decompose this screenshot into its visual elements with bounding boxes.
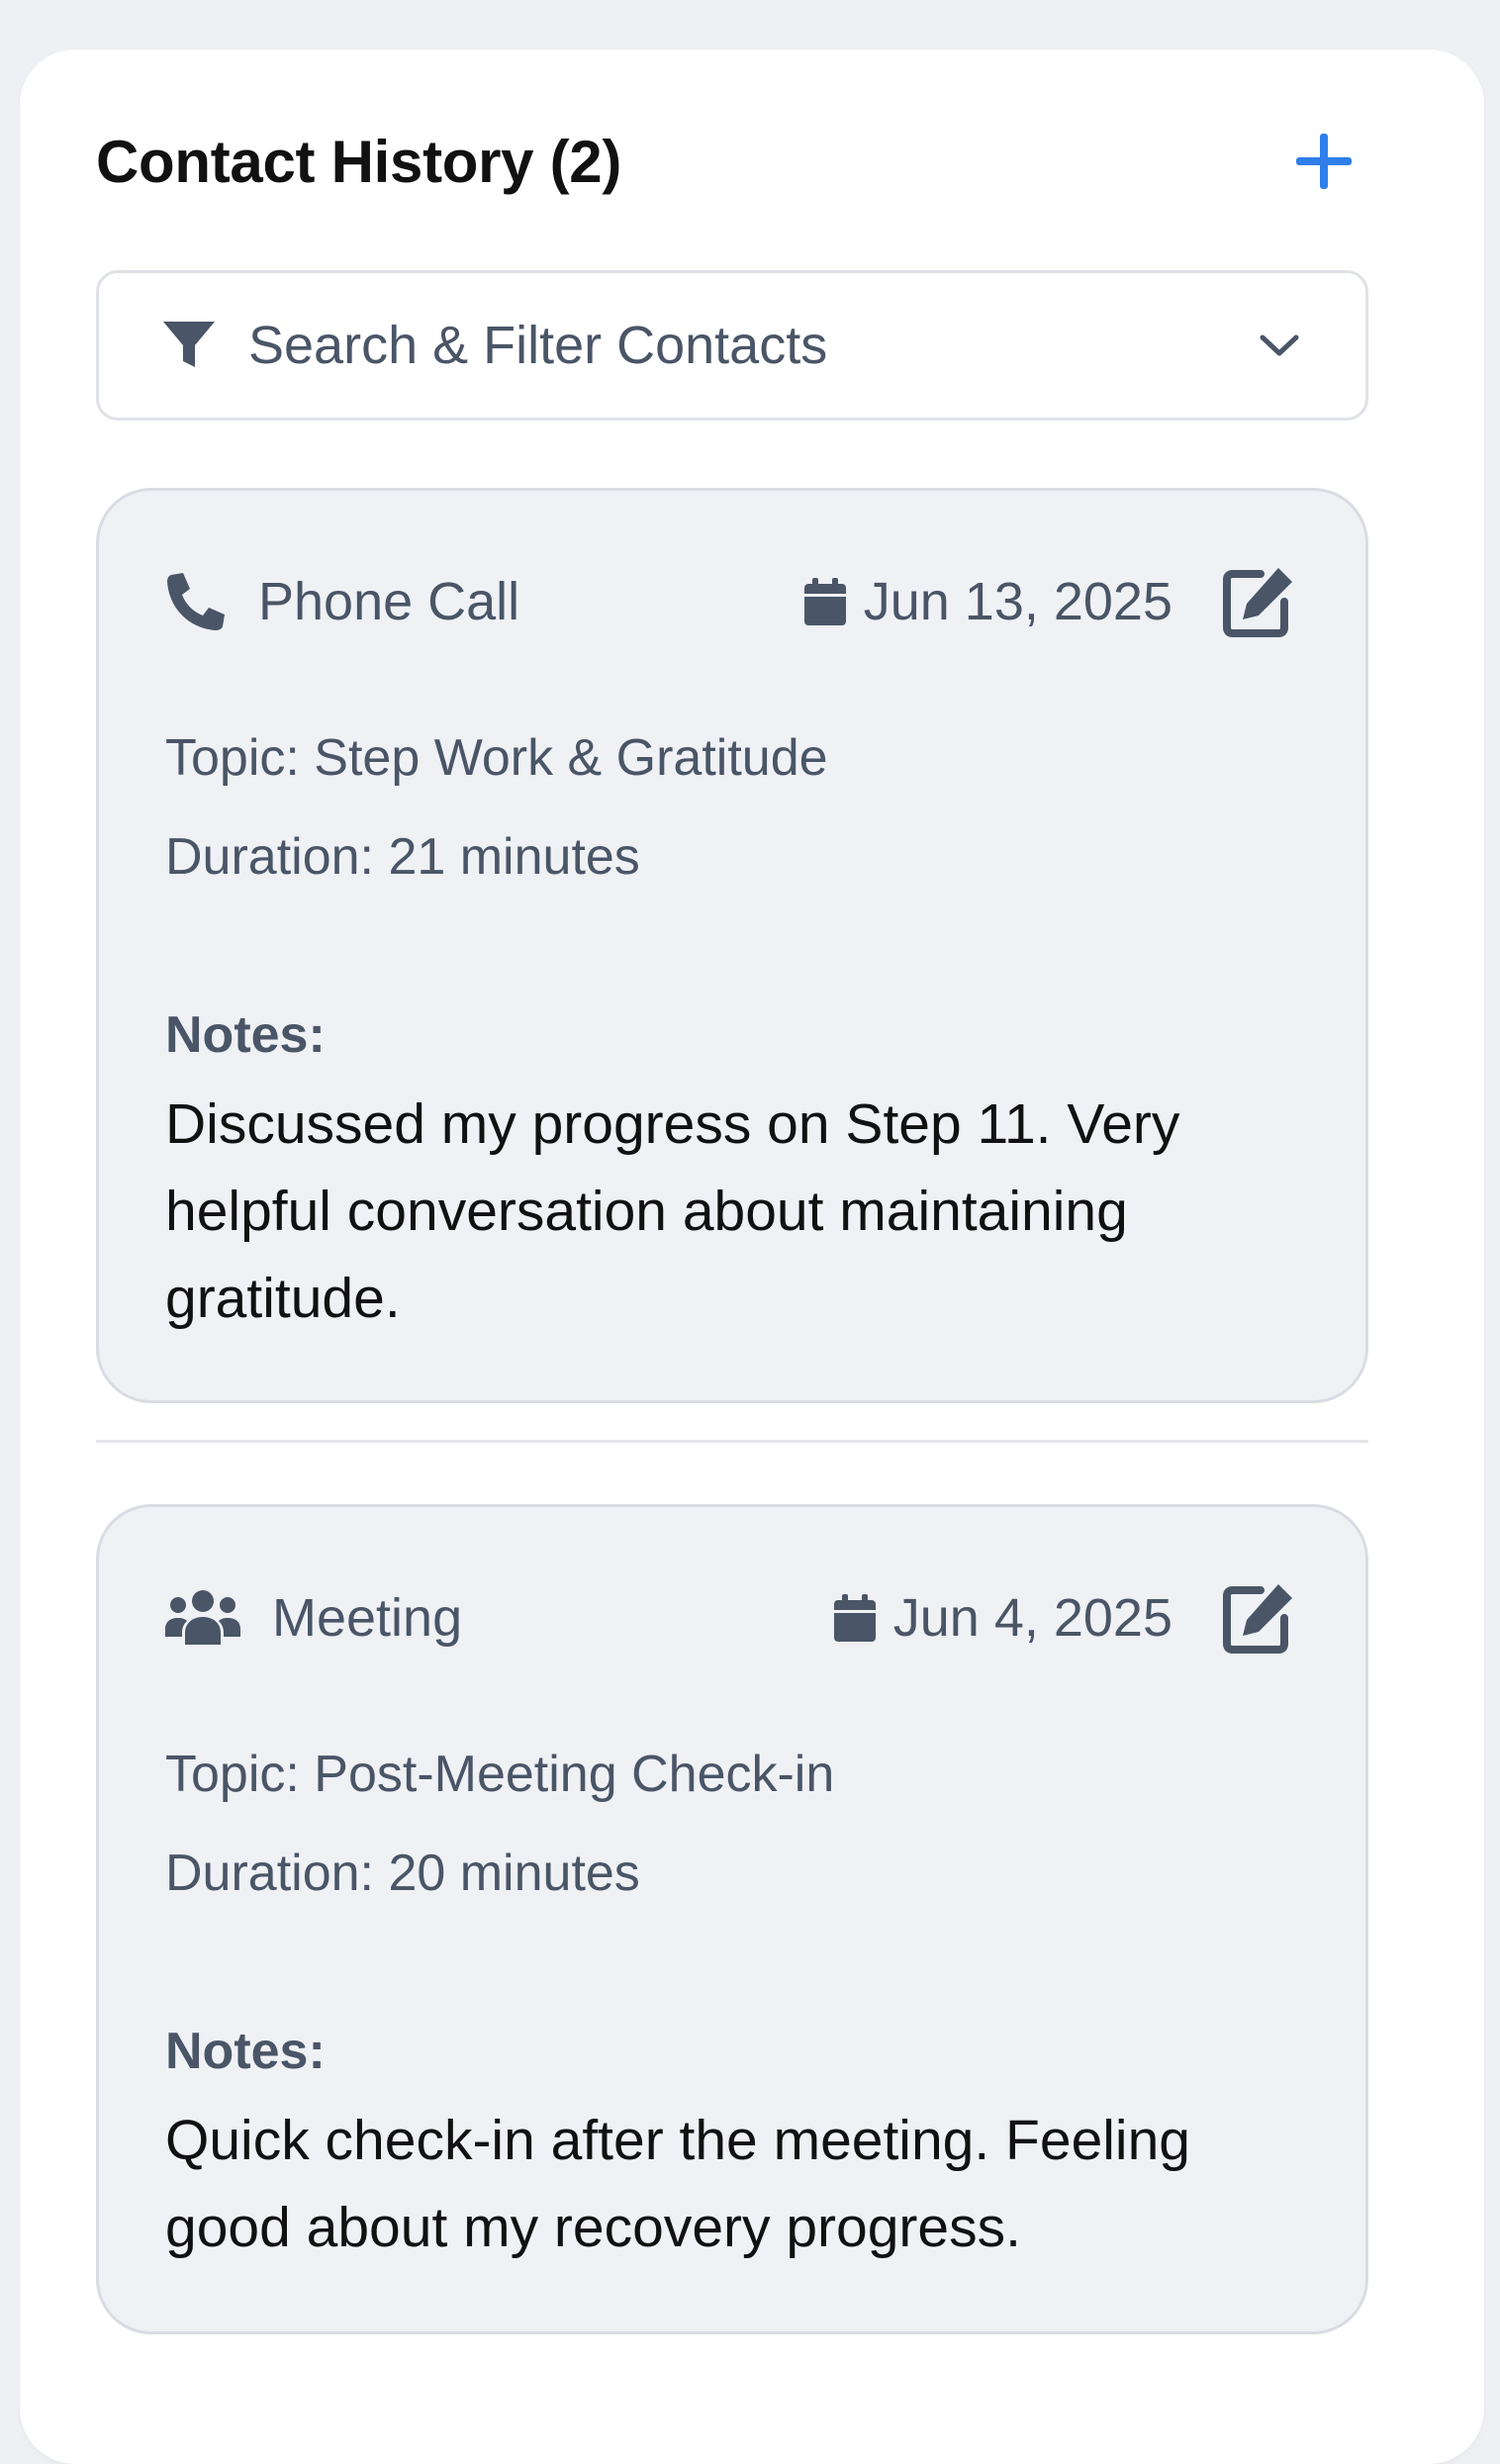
edit-icon	[1223, 568, 1292, 637]
contact-notes: Discussed my progress on Step 11. Very h…	[165, 1092, 1180, 1330]
edit-contact-button[interactable]	[1218, 1577, 1299, 1658]
search-filter-label: Search & Filter Contacts	[248, 316, 828, 375]
contact-type-label: Phone Call	[258, 572, 520, 631]
contact-notes: Quick check-in after the meeting. Feelin…	[165, 2109, 1190, 2259]
contact-topic: Topic: Post-Meeting Check-in	[165, 1746, 835, 1803]
contact-card: Meeting Jun 4, 2025 Topic: Post-Meeting …	[96, 1504, 1368, 2334]
contact-topic: Topic: Step Work & Gratitude	[165, 729, 828, 787]
notes-label: Notes:	[165, 1006, 326, 1064]
search-filter-toggle[interactable]: Search & Filter Contacts	[96, 270, 1368, 421]
contact-duration: Duration: 20 minutes	[165, 1845, 640, 1902]
funnel-icon	[163, 322, 215, 367]
add-contact-button[interactable]	[1279, 117, 1368, 206]
contact-date: Jun 13, 2025	[863, 572, 1172, 631]
contact-history-header: Contact History (2)	[96, 117, 1368, 206]
edit-icon	[1223, 1584, 1292, 1654]
contact-type-label: Meeting	[272, 1588, 463, 1648]
edit-contact-button[interactable]	[1218, 561, 1299, 642]
plus-icon	[1296, 134, 1352, 189]
notes-label: Notes:	[165, 2023, 326, 2080]
card-divider	[96, 1440, 1368, 1443]
contact-date: Jun 4, 2025	[892, 1588, 1172, 1648]
page-title: Contact History (2)	[96, 128, 622, 195]
contact-duration: Duration: 21 minutes	[165, 828, 640, 886]
users-icon	[165, 1587, 240, 1649]
chevron-down-icon	[1260, 334, 1299, 356]
contact-card: Phone Call Jun 13, 2025 Topic: Step Work…	[96, 488, 1368, 1403]
calendar-icon	[833, 1594, 876, 1642]
calendar-icon	[803, 578, 846, 625]
phone-icon	[165, 571, 227, 632]
